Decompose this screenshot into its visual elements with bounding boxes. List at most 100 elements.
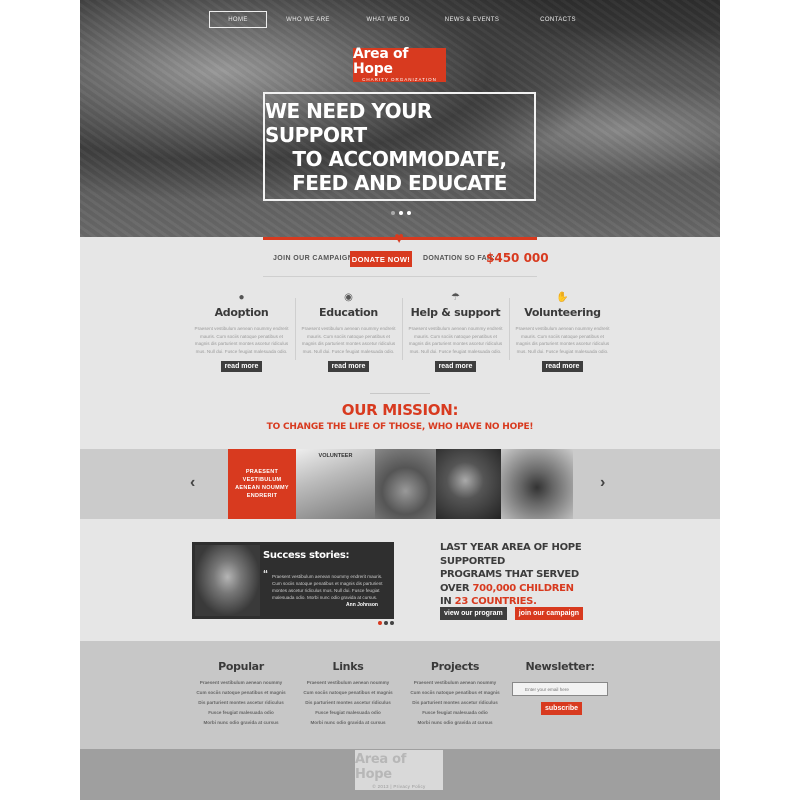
hero-line-1: WE NEED YOUR SUPPORT bbox=[265, 98, 432, 147]
footer-link[interactable]: Dis parturient montes ascetur ridiculus bbox=[188, 698, 294, 708]
footer-link[interactable]: Fusce feugiat malesuada odio bbox=[402, 708, 508, 718]
footer-col-title: Popular bbox=[218, 660, 264, 673]
feature-title: Education bbox=[319, 306, 378, 319]
footer-link[interactable]: Morbi nunc odio gravida at cursus bbox=[188, 718, 294, 728]
story-dot[interactable] bbox=[390, 621, 394, 625]
feature-help-support: ☂ Help & support Praesent vestibulum aen… bbox=[402, 290, 509, 380]
globe-icon: ◉ bbox=[344, 292, 353, 303]
footer-link[interactable]: Praesent vestibulum aenean noummy bbox=[188, 678, 294, 688]
hero-line-3: FEED AND EDUCATE bbox=[292, 170, 507, 195]
footer-link[interactable]: Morbi nunc odio gravida at cursus bbox=[402, 718, 508, 728]
stat-line-2: PROGRAMS THAT SERVED bbox=[440, 569, 579, 580]
feature-text: Praesent vestibulum aenean noummy endrer… bbox=[515, 326, 610, 354]
read-more-button[interactable]: read more bbox=[434, 361, 477, 372]
mission-subtitle: TO CHANGE THE LIFE OF THOSE, WHO HAVE NO… bbox=[266, 422, 534, 432]
gallery-photo-heart[interactable] bbox=[501, 449, 573, 519]
stat-line-1: LAST YEAR AREA OF HOPE SUPPORTED bbox=[440, 542, 582, 567]
nav-what-we-do[interactable]: WHAT WE DO bbox=[355, 11, 421, 28]
hero-slide-dots bbox=[391, 211, 411, 215]
newsletter-title: Newsletter: bbox=[525, 660, 595, 673]
quote-icon: “ bbox=[263, 569, 268, 580]
footer-col-popular: Popular Praesent vestibulum aenean noumm… bbox=[188, 660, 294, 728]
subscribe-button[interactable]: subscribe bbox=[541, 702, 583, 715]
feature-text: Praesent vestibulum aenean noummy endrer… bbox=[194, 326, 289, 354]
feature-title: Help & support bbox=[410, 306, 501, 319]
gallery-photo-label: VOLUNTEER bbox=[318, 453, 353, 459]
nav-contacts[interactable]: CONTACTS bbox=[525, 11, 591, 28]
hand-icon: ✋ bbox=[556, 292, 569, 303]
footer-col-links: Links Praesent vestibulum aenean noummy … bbox=[295, 660, 401, 728]
gallery-prev-arrow[interactable]: ‹ bbox=[190, 474, 195, 492]
donation-label: DONATION SO FAR: bbox=[423, 255, 495, 262]
stat-line-3: OVER 700,000 CHILDREN bbox=[440, 582, 630, 596]
read-more-button[interactable]: read more bbox=[327, 361, 370, 372]
footer-link[interactable]: Fusce feugiat malesuada odio bbox=[188, 708, 294, 718]
stories-title: Success stories: bbox=[263, 550, 350, 561]
footer-col-newsletter: Newsletter: bbox=[512, 660, 608, 678]
gallery-caption: PRAESENT VESTIBULUM AENEAN NOUMMY ENDRER… bbox=[228, 449, 296, 519]
feature-text: Praesent vestibulum aenean noummy endrer… bbox=[408, 326, 503, 354]
footer-logo[interactable]: Area of Hope © 2013 | Privacy Policy bbox=[355, 750, 443, 790]
hero-line-2: TO ACCOMMODATE, bbox=[292, 146, 507, 171]
slide-dot-active[interactable] bbox=[399, 211, 403, 215]
donation-amount: $450 000 bbox=[486, 251, 549, 265]
feature-text: Praesent vestibulum aenean noummy endrer… bbox=[301, 326, 396, 354]
balloon-icon: ● bbox=[238, 292, 245, 303]
footer-link[interactable]: Morbi nunc odio gravida at cursus bbox=[295, 718, 401, 728]
gallery-photo-hands[interactable] bbox=[375, 449, 436, 519]
footer-col-title: Links bbox=[332, 660, 364, 673]
footer-link[interactable]: Praesent vestibulum aenean noummy bbox=[295, 678, 401, 688]
nav-home[interactable]: HOME bbox=[209, 11, 267, 28]
footer-link[interactable]: Fusce feugiat malesuada odio bbox=[295, 708, 401, 718]
read-more-button[interactable]: read more bbox=[220, 361, 263, 372]
slide-dot[interactable] bbox=[391, 211, 395, 215]
heart-icon: ♥ bbox=[394, 230, 404, 247]
donate-button[interactable]: DONATE NOW! bbox=[350, 251, 412, 267]
nav-news-events[interactable]: NEWS & EVENTS bbox=[436, 11, 508, 28]
story-dot-active[interactable] bbox=[378, 621, 382, 625]
campaign-bottom-rule bbox=[263, 276, 537, 277]
logo-name: Area of Hope bbox=[353, 46, 409, 77]
gallery-photo-volunteers[interactable]: VOLUNTEER bbox=[296, 449, 375, 519]
copyright-text: © 2013 | Privacy Policy bbox=[372, 783, 426, 789]
footer-link[interactable]: Dis parturient montes ascetur ridiculus bbox=[402, 698, 508, 708]
nav-who-we-are[interactable]: WHO WE ARE bbox=[275, 11, 341, 28]
umbrella-icon: ☂ bbox=[451, 292, 460, 303]
story-photo bbox=[195, 545, 260, 616]
footer-link[interactable]: Praesent vestibulum aenean noummy bbox=[402, 678, 508, 688]
story-dot[interactable] bbox=[384, 621, 388, 625]
join-campaign-label: JOIN OUR CAMPAIGN! bbox=[273, 255, 356, 262]
feature-title: Adoption bbox=[214, 306, 269, 319]
view-program-button[interactable]: view our program bbox=[440, 607, 507, 620]
gallery-photo-child[interactable] bbox=[436, 449, 501, 519]
logo-tagline: CHARITY ORGANIZATION bbox=[362, 77, 437, 82]
main-nav: HOME WHO WE ARE WHAT WE DO NEWS & EVENTS… bbox=[80, 11, 720, 28]
story-author: Ann Johnson bbox=[346, 602, 378, 608]
footer-col-title: Projects bbox=[430, 660, 480, 673]
impact-stats: LAST YEAR AREA OF HOPE SUPPORTED PROGRAM… bbox=[440, 541, 630, 609]
feature-title: Volunteering bbox=[524, 306, 601, 319]
stat-line-4-prefix: IN bbox=[440, 596, 455, 607]
mission-title: OUR MISSION: bbox=[341, 401, 459, 419]
gallery-next-arrow[interactable]: › bbox=[600, 474, 605, 492]
story-text: Praesent vestibulum aenean noummy endrer… bbox=[272, 574, 383, 600]
footer-link[interactable]: Cum sociis natoque penatibus et magnis bbox=[402, 688, 508, 698]
story-dots bbox=[378, 621, 394, 625]
features-row: ● Adoption Praesent vestibulum aenean no… bbox=[188, 290, 616, 380]
footer-link[interactable]: Cum sociis natoque penatibus et magnis bbox=[188, 688, 294, 698]
footer-link[interactable]: Dis parturient montes ascetur ridiculus bbox=[295, 698, 401, 708]
footer-logo-name: Area of Hope bbox=[355, 751, 407, 782]
footer-link[interactable]: Cum sociis natoque penatibus et magnis bbox=[295, 688, 401, 698]
join-campaign-button[interactable]: join our campaign bbox=[514, 607, 584, 620]
footer-col-projects: Projects Praesent vestibulum aenean noum… bbox=[402, 660, 508, 728]
feature-volunteering: ✋ Volunteering Praesent vestibulum aenea… bbox=[509, 290, 616, 380]
slide-dot[interactable] bbox=[407, 211, 411, 215]
read-more-button[interactable]: read more bbox=[541, 361, 584, 372]
stat-children: 700,000 CHILDREN bbox=[472, 582, 575, 594]
mission-divider bbox=[370, 393, 430, 394]
stats-buttons: view our program join our campaign bbox=[440, 607, 584, 620]
site-logo[interactable]: Area of Hope CHARITY ORGANIZATION bbox=[353, 46, 446, 82]
stat-countries: 23 COUNTRIES. bbox=[454, 596, 537, 607]
success-stories-panel: Success stories: “ Praesent vestibulum a… bbox=[192, 542, 394, 619]
newsletter-email-input[interactable] bbox=[512, 682, 608, 696]
